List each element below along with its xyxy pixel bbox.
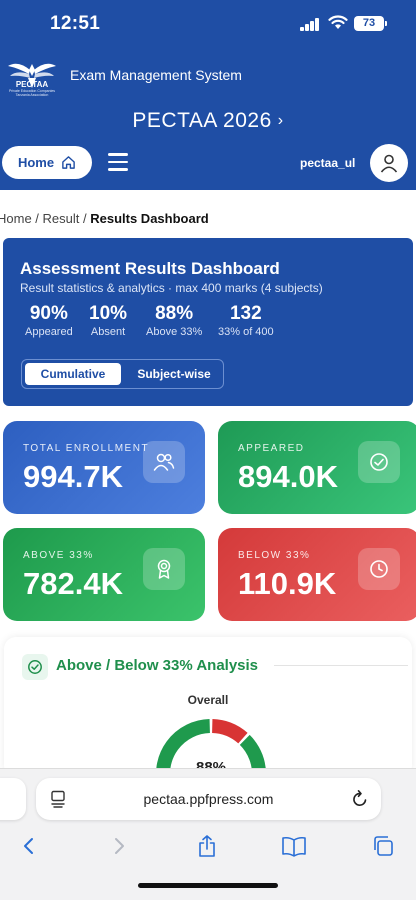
- card-value: 894.0K: [238, 459, 338, 494]
- home-indicator: [138, 883, 278, 888]
- view-toggle: Cumulative Subject-wise: [21, 359, 224, 389]
- donut-below-arc: [211, 719, 248, 744]
- home-icon: [62, 156, 75, 169]
- status-bar: 12:51 73: [0, 0, 416, 48]
- forward-icon[interactable]: [104, 831, 134, 861]
- breadcrumb-home[interactable]: Home: [0, 211, 32, 226]
- users-icon: [143, 441, 185, 483]
- stat-label: Absent: [90, 326, 126, 338]
- bookmarks-icon[interactable]: [279, 831, 309, 861]
- card-label: ABOVE 33%: [23, 550, 94, 561]
- clock-icon: [358, 548, 400, 590]
- address-bar[interactable]: pectaa.ppfpress.com: [36, 778, 381, 820]
- card-value: 110.9K: [238, 566, 337, 601]
- hamburger-menu-icon[interactable]: [108, 153, 128, 171]
- card-label: BELOW 33%: [238, 550, 311, 561]
- status-time: 12:51: [50, 13, 101, 34]
- tabs-icon[interactable]: [368, 831, 398, 861]
- year-selector[interactable]: PECTAA 2026 ›: [0, 109, 416, 133]
- chart-label: Overall: [187, 693, 229, 707]
- home-button[interactable]: Home: [2, 146, 92, 179]
- tab-cumulative[interactable]: Cumulative: [25, 363, 121, 385]
- system-title: Exam Management System: [70, 67, 242, 83]
- check-circle-icon: [22, 654, 48, 680]
- share-icon[interactable]: [192, 831, 222, 861]
- card-label: TOTAL ENROLLMENT: [23, 443, 150, 454]
- year-label: PECTAA 2026: [132, 109, 272, 132]
- above-33-card: ABOVE 33% 782.4K: [3, 528, 205, 621]
- award-icon: [143, 548, 185, 590]
- logo-subtitle: Private Education Companies Tanzania Ass…: [8, 89, 56, 97]
- stat-value: 10%: [89, 303, 128, 324]
- stat-label: 33% of 400: [218, 326, 274, 338]
- user-icon: [380, 154, 398, 173]
- divider: [274, 665, 408, 666]
- username[interactable]: pectaa_ul: [300, 156, 355, 170]
- dashboard-subtitle: Result statistics & analytics · max 400 …: [20, 281, 323, 295]
- stat-value: 90%: [29, 303, 68, 324]
- card-value: 782.4K: [23, 566, 123, 601]
- stat-value: 132: [229, 303, 262, 324]
- previous-tab-preview[interactable]: [0, 778, 26, 820]
- dashboard-title: Assessment Results Dashboard: [20, 259, 280, 278]
- tab-subject-wise[interactable]: Subject-wise: [126, 363, 222, 385]
- user-avatar[interactable]: [370, 144, 408, 182]
- stat-absent: 10% Absent: [89, 303, 127, 338]
- stat-pass-mark: 132 33% of 400: [218, 303, 274, 338]
- wifi-icon: [328, 15, 348, 29]
- signal-icon: [300, 18, 320, 31]
- below-33-card: BELOW 33% 110.9K: [218, 528, 416, 621]
- reload-icon[interactable]: [351, 789, 369, 809]
- home-button-label: Home: [17, 155, 55, 170]
- logo-text: PECTAA: [15, 80, 49, 89]
- total-enrollment-card: TOTAL ENROLLMENT 994.7K: [3, 421, 205, 514]
- check-circle-icon: [358, 441, 400, 483]
- battery-indicator: 73: [354, 16, 387, 31]
- card-label: APPEARED: [238, 443, 305, 454]
- browser-toolbar: pectaa.ppfpress.com: [0, 768, 416, 900]
- analysis-section: Above / Below 33% Analysis Overall 88%: [4, 637, 412, 829]
- stat-above-33: 88% Above 33%: [146, 303, 202, 338]
- breadcrumb-result[interactable]: Result: [43, 211, 80, 226]
- card-value: 994.7K: [23, 459, 123, 494]
- appeared-card: APPEARED 894.0K: [218, 421, 416, 514]
- stat-value: 88%: [155, 303, 194, 324]
- chevron-right-icon: ›: [277, 112, 284, 129]
- analysis-title: Above / Below 33% Analysis: [56, 657, 259, 674]
- stat-label: Appeared: [25, 326, 73, 338]
- results-dashboard-card: Assessment Results Dashboard Result stat…: [3, 238, 413, 406]
- url-text: pectaa.ppfpress.com: [143, 791, 274, 807]
- stat-label: Above 33%: [146, 326, 203, 338]
- breadcrumb: Home / Result / Results Dashboard: [0, 211, 209, 226]
- breadcrumb-current: Results Dashboard: [90, 211, 209, 226]
- back-icon[interactable]: [14, 831, 44, 861]
- stat-appeared: 90% Appeared: [25, 303, 73, 338]
